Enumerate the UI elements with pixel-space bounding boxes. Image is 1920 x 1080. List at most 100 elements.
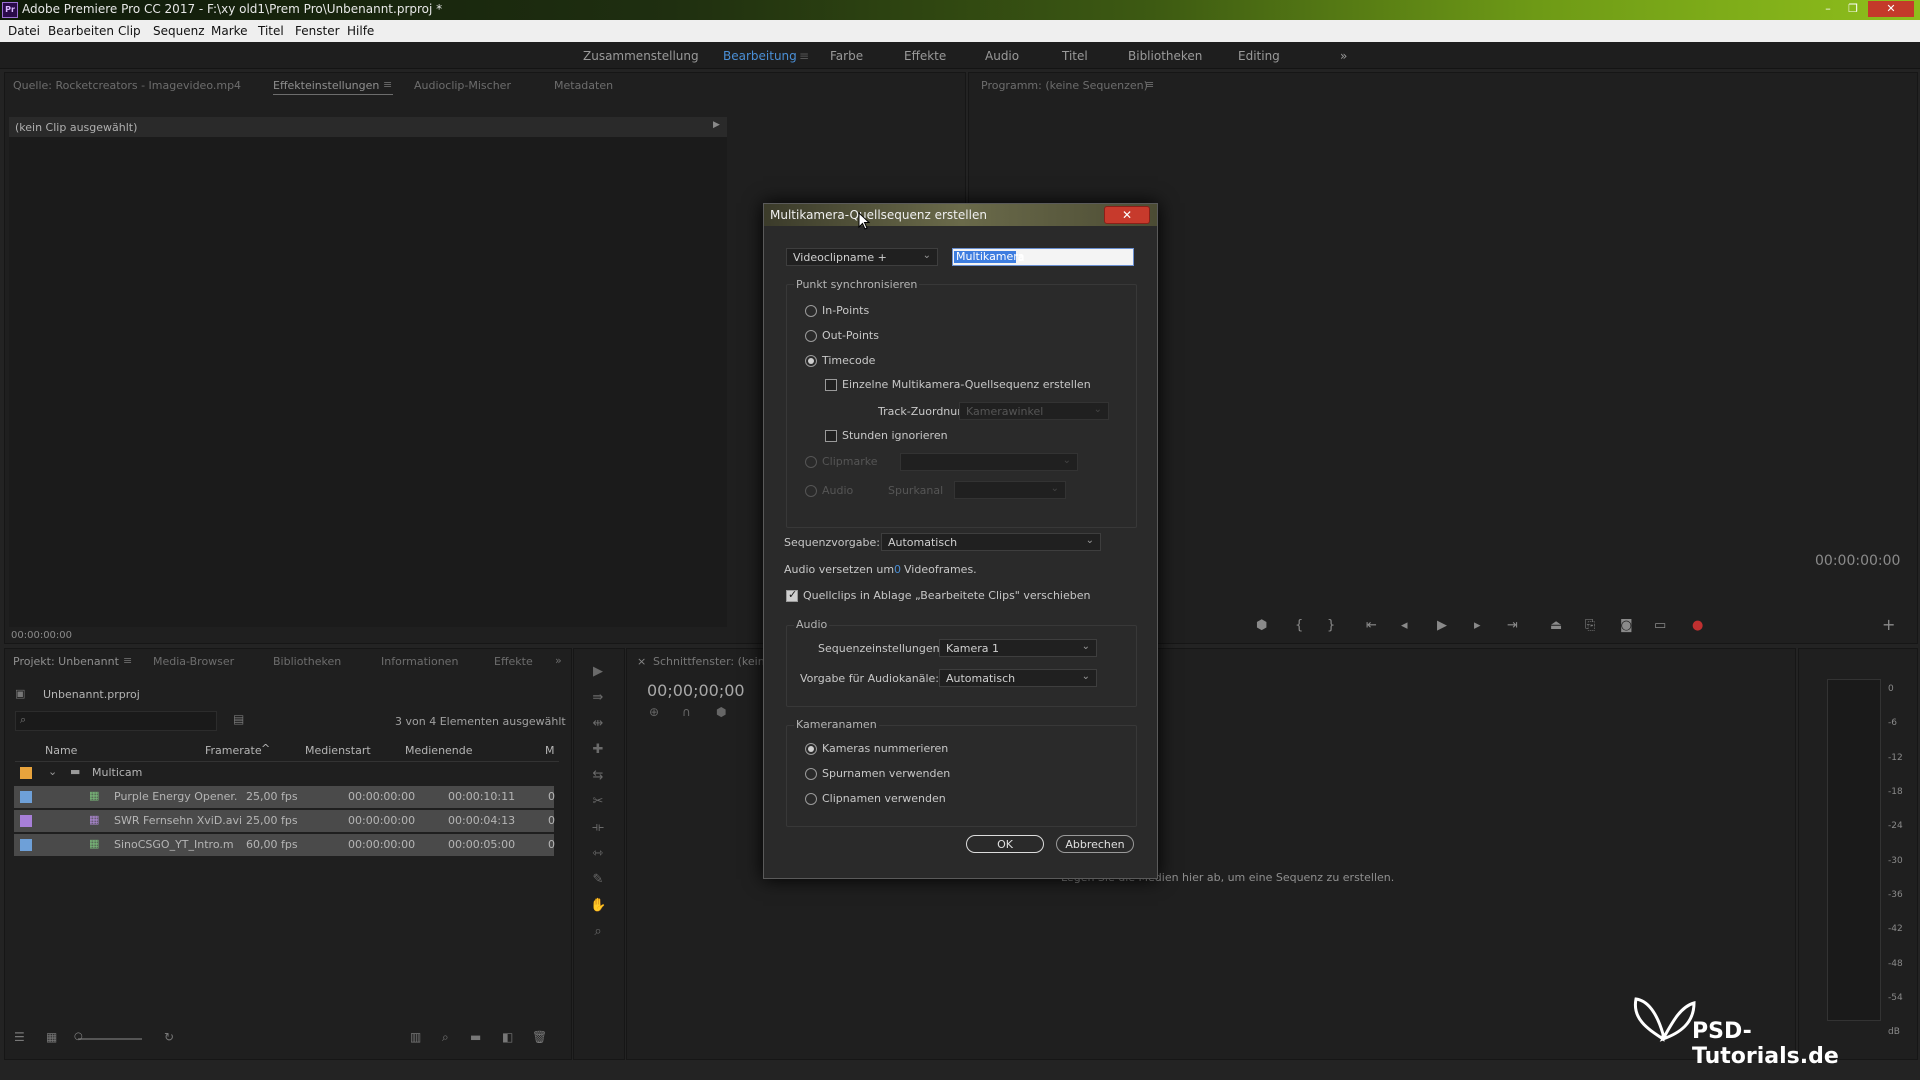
- clip-marker-dropdown[interactable]: ⌄: [900, 453, 1078, 471]
- radio-timecode[interactable]: [805, 355, 817, 367]
- lift-icon[interactable]: ⏏: [1550, 618, 1562, 633]
- ripple-edit-tool-icon[interactable]: ⇹: [590, 716, 606, 732]
- project-row-1[interactable]: ▦ SWR Fernsehn XviD.avi 25,00 fps 00:00:…: [14, 810, 555, 832]
- tab-menu-icon[interactable]: ≡: [383, 78, 392, 91]
- tab-bibliotheken[interactable]: Bibliotheken: [273, 655, 341, 668]
- mark-in-icon[interactable]: {: [1295, 618, 1303, 633]
- radio-track-names[interactable]: [805, 768, 817, 780]
- tab-metadaten[interactable]: Metadaten: [554, 79, 613, 92]
- mark-out-icon[interactable]: }: [1327, 618, 1335, 633]
- zoom-tool-icon[interactable]: ⌕: [590, 924, 606, 940]
- play-triangle-icon[interactable]: ▶: [713, 120, 720, 130]
- workspace-overflow-icon[interactable]: »: [1340, 49, 1347, 63]
- project-search-input[interactable]: ⌕: [15, 711, 217, 731]
- workspace-menu-icon[interactable]: ≡: [799, 49, 809, 63]
- tab-effekteinstellungen[interactable]: Effekteinstellungen: [273, 79, 379, 92]
- cancel-button[interactable]: Abbrechen: [1056, 835, 1134, 853]
- close-window-button[interactable]: ✕: [1868, 1, 1914, 17]
- slide-tool-icon[interactable]: ⇿: [590, 846, 606, 862]
- workspace-titel[interactable]: Titel: [1062, 49, 1088, 63]
- zoom-slider[interactable]: [78, 1038, 142, 1040]
- tab-programm[interactable]: Programm: (keine Sequenzen): [981, 79, 1148, 92]
- column-framerate[interactable]: Framerate: [205, 744, 262, 757]
- workspace-zusammenstellung[interactable]: Zusammenstellung: [583, 49, 699, 63]
- folder-row-multicam[interactable]: ⌄ ▬ Multicam: [14, 762, 554, 784]
- dialog-close-button[interactable]: ✕: [1104, 206, 1150, 224]
- radio-clip-marker[interactable]: [805, 456, 817, 468]
- automate-icon[interactable]: ↻: [164, 1030, 174, 1044]
- workspace-audio[interactable]: Audio: [985, 49, 1019, 63]
- snap-icon[interactable]: ⊕: [649, 705, 659, 719]
- marker-icon[interactable]: ⬢: [1256, 618, 1267, 633]
- checkbox-move-clips[interactable]: [786, 588, 798, 602]
- extract-icon[interactable]: ⎘: [1585, 618, 1595, 633]
- play-icon[interactable]: ▶: [1437, 618, 1447, 633]
- razor-tool-icon[interactable]: ✂: [590, 794, 606, 810]
- new-item-icon[interactable]: ▥: [410, 1030, 421, 1044]
- radio-in-points[interactable]: [805, 305, 817, 317]
- tab-projekt[interactable]: Projekt: Unbenannt: [13, 655, 119, 668]
- project-row-0[interactable]: ▦ Purple Energy Opener. 25,00 fps 00:00:…: [14, 786, 555, 808]
- audio-offset-value[interactable]: 0: [894, 563, 901, 576]
- rolling-edit-tool-icon[interactable]: ✚: [590, 742, 606, 758]
- checkbox-single-sequence[interactable]: [825, 379, 837, 391]
- dialog-title-bar[interactable]: Multikamera-Quellsequenz erstellen ✕: [764, 204, 1157, 226]
- track-channel-dropdown[interactable]: ⌄: [954, 481, 1066, 499]
- workspace-bearbeitung[interactable]: Bearbeitung: [723, 49, 797, 63]
- sequence-settings-dropdown[interactable]: Kamera 1 ⌄: [939, 639, 1097, 657]
- radio-clip-names[interactable]: [805, 793, 817, 805]
- hand-tool-icon[interactable]: ✋: [590, 898, 606, 914]
- step-forward-icon[interactable]: ▸: [1474, 618, 1481, 633]
- menu-clip[interactable]: Clip: [118, 24, 141, 38]
- column-medienstart[interactable]: Medienstart: [305, 744, 371, 757]
- comparison-view-icon[interactable]: ▭: [1654, 618, 1666, 633]
- selection-tool-icon[interactable]: ▶: [590, 664, 606, 680]
- tab-schnittfenster[interactable]: Schnittfenster: (keine: [653, 655, 771, 668]
- workspace-effekte[interactable]: Effekte: [904, 49, 946, 63]
- linked-selection-icon[interactable]: ∩: [682, 705, 691, 719]
- menu-fenster[interactable]: Fenster: [295, 24, 340, 38]
- maximize-button[interactable]: ❐: [1842, 1, 1864, 17]
- go-to-out-icon[interactable]: ⇥: [1507, 618, 1518, 633]
- export-frame-icon[interactable]: ◙: [1620, 618, 1633, 633]
- radio-enumerate-cameras[interactable]: [805, 743, 817, 755]
- project-row-2[interactable]: ▦ SinoCSGO_YT_Intro.m 60,00 fps 00:00:00…: [14, 834, 555, 856]
- menu-datei[interactable]: Datei: [8, 24, 40, 38]
- icon-view-icon[interactable]: ▦: [46, 1030, 57, 1044]
- tab-informationen[interactable]: Informationen: [381, 655, 458, 668]
- minimize-button[interactable]: –: [1817, 1, 1839, 17]
- new-item-2-icon[interactable]: ◧: [502, 1030, 513, 1044]
- radio-out-points[interactable]: [805, 330, 817, 342]
- menu-sequenz[interactable]: Sequenz: [153, 24, 205, 38]
- trash-icon[interactable]: 🗑: [532, 1030, 547, 1044]
- name-mode-dropdown[interactable]: Videoclipname + ⌄: [786, 248, 938, 266]
- tab-quelle[interactable]: Quelle: Rocketcreators - Imagevideo.mp4: [13, 79, 241, 92]
- channel-preset-dropdown[interactable]: Automatisch ⌄: [939, 669, 1097, 687]
- track-select-tool-icon[interactable]: ⇛: [590, 690, 606, 706]
- tab-effekte[interactable]: Effekte: [494, 655, 533, 668]
- radio-audio-sync[interactable]: [805, 485, 817, 497]
- sequence-preset-dropdown[interactable]: Automatisch ⌄: [881, 533, 1101, 551]
- rate-stretch-tool-icon[interactable]: ⇆: [590, 768, 606, 784]
- pen-tool-icon[interactable]: ✎: [590, 872, 606, 888]
- column-name[interactable]: Name: [45, 744, 77, 757]
- column-m[interactable]: M: [545, 744, 555, 757]
- add-marker-icon[interactable]: ⬢: [716, 705, 726, 719]
- folder-expand-icon[interactable]: ⌄: [48, 765, 57, 778]
- project-menu-icon[interactable]: ≡: [123, 654, 132, 667]
- column-medienende[interactable]: Medienende: [405, 744, 473, 757]
- list-view-icon[interactable]: ☰: [14, 1030, 25, 1044]
- new-bin-from-search-icon[interactable]: ▤: [233, 712, 244, 726]
- menu-marke[interactable]: Marke: [211, 24, 248, 38]
- step-back-icon[interactable]: ◂: [1401, 618, 1408, 633]
- tab-media-browser[interactable]: Media-Browser: [153, 655, 234, 668]
- project-overflow-icon[interactable]: »: [555, 654, 562, 667]
- menu-titel[interactable]: Titel: [258, 24, 284, 38]
- track-map-dropdown[interactable]: Kamerawinkel ⌄: [959, 402, 1109, 420]
- workspace-farbe[interactable]: Farbe: [830, 49, 863, 63]
- menu-bearbeiten[interactable]: Bearbeiten: [48, 24, 114, 38]
- find-icon[interactable]: ⌕: [442, 1030, 449, 1045]
- slip-tool-icon[interactable]: ⟛: [590, 820, 606, 836]
- zoom-slider-handle-icon[interactable]: ○: [74, 1031, 83, 1042]
- new-bin-icon[interactable]: ▬: [470, 1030, 481, 1044]
